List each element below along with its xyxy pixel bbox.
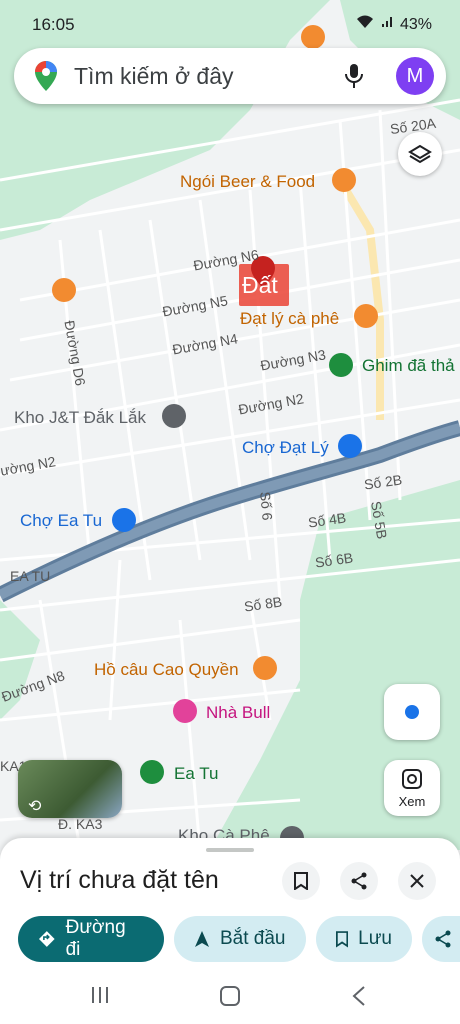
directions-button[interactable]: Đường đi (18, 916, 164, 962)
back-icon[interactable] (352, 986, 366, 1011)
pin-label[interactable]: Đất (242, 272, 278, 299)
bookmark-icon (336, 931, 349, 948)
place-cho-dat-ly[interactable]: Chợ Đạt Lý (242, 438, 329, 458)
wifi-icon (356, 15, 374, 34)
search-bar[interactable]: Tìm kiếm ở đây M (14, 48, 446, 104)
maps-logo-icon (34, 60, 58, 97)
directions-label: Đường đi (65, 917, 126, 960)
start-button[interactable]: Bắt đầu (174, 916, 306, 962)
recent-apps-icon[interactable] (90, 986, 110, 1009)
lens-icon (401, 768, 423, 795)
place-ho-cau[interactable]: Hồ câu Cao Quyền (94, 660, 239, 680)
avatar[interactable]: M (396, 57, 434, 95)
place-cho-ea-tu[interactable]: Chợ Ea Tu (20, 511, 102, 531)
navigation-arrow-icon (195, 931, 209, 947)
place-nha-bull[interactable]: Nhà Bull (206, 703, 270, 723)
close-button[interactable] (398, 862, 436, 900)
road-ea-tu: EA TU (10, 568, 51, 584)
place-ea-tu[interactable]: Ea Tu (174, 764, 218, 784)
road-so6: Số 6 (257, 490, 276, 522)
my-location-button[interactable] (384, 684, 440, 740)
street-view-thumbnail[interactable]: ⟲ (18, 760, 122, 818)
layers-icon (408, 142, 432, 171)
xem-label: Xem (398, 794, 426, 809)
directions-icon (38, 931, 55, 947)
place-dat-ly-cafe[interactable]: Đạt lý cà phê (240, 309, 339, 329)
place-ghim[interactable]: Ghim đã thả (362, 356, 455, 376)
place-kho-jt[interactable]: Kho J&T Đắk Lắk (14, 408, 146, 428)
battery-percent: 43% (399, 15, 432, 33)
place-ngoi-beer[interactable]: Ngói Beer & Food (180, 172, 315, 192)
road-ka3: Đ. KA3 (58, 816, 103, 832)
save-label: Lưu (358, 928, 392, 949)
home-icon[interactable] (220, 986, 240, 1011)
share-icon-button[interactable] (340, 862, 378, 900)
drag-handle[interactable] (206, 848, 254, 852)
mic-icon[interactable] (342, 62, 366, 95)
save-icon-button[interactable] (282, 862, 320, 900)
start-label: Bắt đầu (220, 928, 286, 949)
search-input[interactable]: Tìm kiếm ở đây (74, 63, 234, 90)
status-time: 16:05 (32, 15, 75, 34)
signal-icon (380, 15, 394, 34)
status-bar: 16:05 43% (0, 0, 460, 48)
location-dot-icon (405, 705, 419, 719)
rotate-360-icon: ⟲ (28, 798, 42, 815)
save-button[interactable]: Lưu (316, 916, 412, 962)
share-icon (351, 872, 367, 890)
share-icon (435, 930, 451, 948)
status-icons: 43% (356, 15, 432, 34)
share-chip-button[interactable] (422, 916, 460, 962)
place-title: Vị trí chưa đặt tên (20, 866, 219, 894)
close-icon (410, 874, 424, 888)
xem-button[interactable]: Xem (384, 760, 440, 816)
bookmark-icon (294, 872, 308, 890)
layers-button[interactable] (398, 132, 442, 176)
system-nav-bar (0, 970, 460, 1024)
